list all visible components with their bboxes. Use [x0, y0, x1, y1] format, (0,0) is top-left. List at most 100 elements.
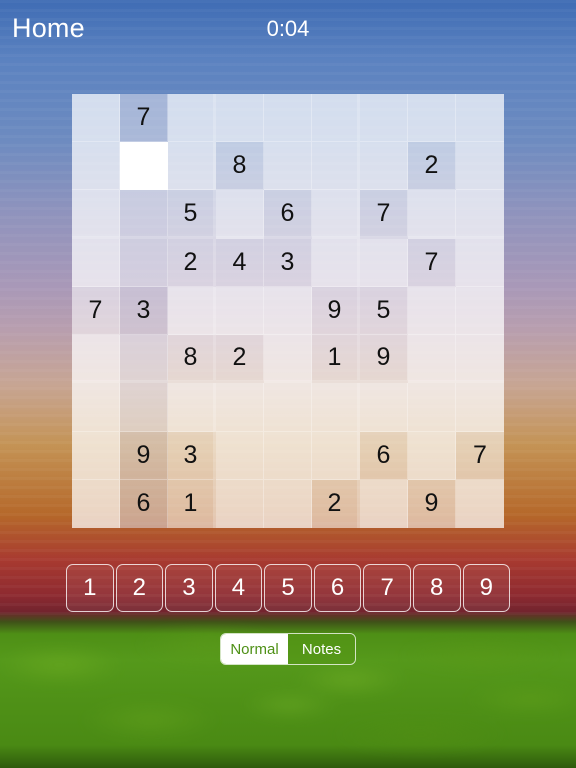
sudoku-cell[interactable]: 3: [120, 286, 168, 336]
sudoku-cell[interactable]: 2: [408, 142, 456, 191]
sudoku-cell[interactable]: 2: [216, 335, 264, 384]
sudoku-cell[interactable]: 7: [120, 94, 168, 143]
sudoku-cell[interactable]: [408, 383, 456, 432]
sudoku-board[interactable]: 7 8 2 5 6 7 2 4 3 7 7 3 9 5 8 2 1 9 9 3 6 7 6 1 2 9: [72, 94, 504, 528]
sudoku-cell[interactable]: [216, 190, 264, 239]
number-button-9[interactable]: 9: [462, 564, 511, 612]
sudoku-cell[interactable]: [120, 383, 168, 432]
sudoku-cell[interactable]: [216, 94, 264, 143]
sudoku-cell[interactable]: [264, 94, 312, 143]
sudoku-cell[interactable]: [456, 286, 504, 336]
sudoku-cell[interactable]: 7: [360, 190, 408, 239]
sudoku-cell[interactable]: [168, 142, 216, 191]
sudoku-cell[interactable]: [168, 286, 216, 336]
sudoku-cell[interactable]: 9: [120, 431, 168, 480]
sudoku-cell[interactable]: [264, 335, 312, 384]
sudoku-cell[interactable]: 9: [312, 286, 360, 336]
sudoku-cell[interactable]: [408, 190, 456, 239]
sudoku-cell[interactable]: 1: [312, 335, 360, 384]
sudoku-cell[interactable]: [312, 383, 360, 432]
sudoku-cell-selected[interactable]: [120, 142, 168, 191]
sudoku-cell[interactable]: 8: [216, 142, 264, 191]
sudoku-cell[interactable]: 4: [216, 238, 264, 287]
sudoku-cell[interactable]: [312, 94, 360, 143]
sudoku-cell[interactable]: [456, 383, 504, 432]
sudoku-cell[interactable]: 9: [360, 335, 408, 384]
sudoku-cell[interactable]: [168, 94, 216, 143]
number-button-7[interactable]: 7: [363, 564, 411, 612]
sudoku-cell[interactable]: [456, 238, 504, 287]
number-button-6[interactable]: 6: [313, 564, 362, 612]
sudoku-cell[interactable]: [120, 335, 168, 384]
sudoku-cell[interactable]: [408, 286, 456, 336]
sudoku-cell[interactable]: [456, 142, 504, 191]
sudoku-cell[interactable]: 3: [168, 431, 216, 480]
sudoku-cell[interactable]: [360, 94, 408, 143]
sudoku-cell[interactable]: 7: [456, 431, 504, 480]
cell-value: 9: [136, 440, 151, 469]
sudoku-cell[interactable]: 6: [264, 190, 312, 239]
sudoku-cell[interactable]: [72, 335, 120, 384]
sudoku-cell[interactable]: [168, 383, 216, 432]
sudoku-cell[interactable]: [120, 238, 168, 287]
sudoku-cell[interactable]: [312, 238, 360, 287]
sudoku-cell[interactable]: [216, 286, 264, 336]
sudoku-cell[interactable]: 7: [72, 286, 120, 336]
cell-value: 6: [136, 489, 151, 518]
sudoku-cell[interactable]: 6: [360, 431, 408, 480]
mode-option-normal[interactable]: Normal: [221, 634, 288, 664]
sudoku-cell[interactable]: [216, 383, 264, 432]
number-button-2[interactable]: 2: [115, 564, 164, 612]
sudoku-cell[interactable]: [312, 142, 360, 191]
sudoku-cell[interactable]: [72, 190, 120, 239]
sudoku-cell[interactable]: 7: [408, 238, 456, 287]
sudoku-cell[interactable]: [72, 142, 120, 191]
sudoku-cell[interactable]: [120, 190, 168, 239]
sudoku-cell[interactable]: [456, 190, 504, 239]
number-button-5[interactable]: 5: [264, 564, 312, 612]
sudoku-cell[interactable]: [72, 94, 120, 143]
sudoku-cell[interactable]: 8: [168, 335, 216, 384]
number-pad[interactable]: 123456789: [66, 564, 511, 612]
sudoku-cell[interactable]: [72, 238, 120, 287]
sudoku-cell[interactable]: [360, 479, 408, 528]
sudoku-cell[interactable]: [360, 142, 408, 191]
sudoku-cell[interactable]: [264, 479, 312, 528]
sudoku-cell[interactable]: [408, 335, 456, 384]
sudoku-cell[interactable]: [360, 383, 408, 432]
sudoku-cell[interactable]: [72, 431, 120, 480]
sudoku-cell[interactable]: [216, 431, 264, 480]
mode-option-notes[interactable]: Notes: [288, 634, 355, 664]
mode-segmented-control[interactable]: Normal Notes: [220, 633, 356, 665]
sudoku-cell[interactable]: 3: [264, 238, 312, 287]
cell-value: 3: [136, 295, 151, 324]
sudoku-cell[interactable]: [456, 335, 504, 384]
number-button-3[interactable]: 3: [165, 564, 213, 612]
sudoku-cell[interactable]: [408, 431, 456, 480]
sudoku-cell[interactable]: [456, 479, 504, 528]
sudoku-cell[interactable]: [72, 383, 120, 432]
cell-value: 7: [376, 198, 391, 227]
sudoku-cell[interactable]: [312, 431, 360, 480]
number-button-4[interactable]: 4: [214, 564, 263, 612]
sudoku-cell[interactable]: 5: [360, 286, 408, 336]
number-button-1[interactable]: 1: [66, 564, 114, 612]
sudoku-cell[interactable]: 2: [312, 479, 360, 528]
sudoku-cell[interactable]: [408, 94, 456, 143]
sudoku-cell[interactable]: [312, 190, 360, 239]
sudoku-cell[interactable]: 2: [168, 238, 216, 287]
sudoku-cell[interactable]: 1: [168, 479, 216, 528]
sudoku-cell[interactable]: 5: [168, 190, 216, 239]
cell-value: 6: [376, 440, 391, 469]
sudoku-cell[interactable]: [264, 142, 312, 191]
sudoku-cell[interactable]: [72, 479, 120, 528]
sudoku-cell[interactable]: [456, 94, 504, 143]
sudoku-cell[interactable]: [360, 238, 408, 287]
sudoku-cell[interactable]: 9: [408, 479, 456, 528]
sudoku-cell[interactable]: [216, 479, 264, 528]
sudoku-cell[interactable]: [264, 431, 312, 480]
sudoku-cell[interactable]: [264, 383, 312, 432]
number-button-8[interactable]: 8: [412, 564, 461, 612]
sudoku-cell[interactable]: [264, 286, 312, 336]
sudoku-cell[interactable]: 6: [120, 479, 168, 528]
